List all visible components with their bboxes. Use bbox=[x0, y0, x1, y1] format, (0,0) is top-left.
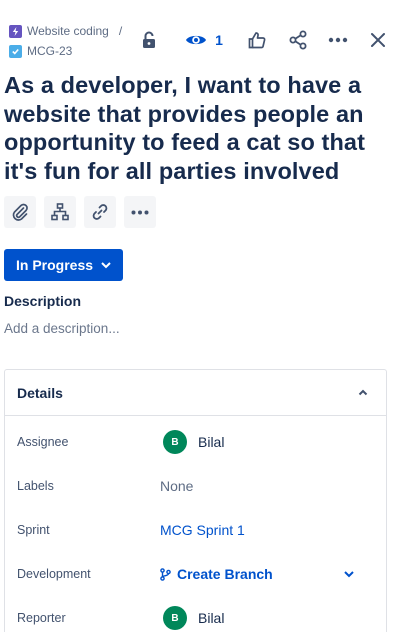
breadcrumb-parent[interactable]: Website coding / bbox=[9, 21, 122, 41]
branch-icon bbox=[160, 567, 171, 581]
detail-row-assignee: Assignee B Bilal bbox=[5, 420, 388, 464]
assignee-label: Assignee bbox=[17, 435, 69, 449]
sprint-link[interactable]: MCG Sprint 1 bbox=[160, 522, 245, 538]
assignee-value[interactable]: B Bilal bbox=[160, 430, 224, 454]
attach-button[interactable] bbox=[4, 196, 36, 228]
detail-row-labels: Labels None bbox=[5, 464, 388, 508]
reporter-name: Bilal bbox=[198, 610, 225, 626]
watch-count: 1 bbox=[215, 32, 223, 48]
breadcrumb: Website coding / MCG-23 bbox=[9, 21, 122, 61]
add-child-issue-button[interactable] bbox=[44, 196, 76, 228]
task-icon bbox=[9, 44, 22, 58]
breadcrumb-parent-label[interactable]: Website coding bbox=[27, 24, 109, 38]
create-branch-label: Create Branch bbox=[177, 566, 273, 582]
issue-title[interactable]: As a developer, I want to have a website… bbox=[4, 71, 398, 185]
details-panel: Details Assignee B Bilal Labels None Spr… bbox=[4, 369, 387, 632]
reporter-value[interactable]: B Bilal bbox=[160, 606, 224, 630]
lock-icon bbox=[143, 31, 155, 48]
detail-row-development: Development Create Branch bbox=[5, 552, 388, 596]
avatar: B bbox=[163, 606, 187, 630]
reporter-label: Reporter bbox=[17, 611, 66, 625]
sprint-label: Sprint bbox=[17, 523, 50, 537]
chevron-down-icon[interactable] bbox=[344, 570, 354, 578]
child-issue-icon bbox=[51, 203, 69, 221]
labels-label: Labels bbox=[17, 479, 54, 493]
chevron-down-icon bbox=[101, 261, 111, 268]
close-button[interactable] bbox=[366, 26, 390, 54]
more-quick-actions-button[interactable] bbox=[124, 196, 156, 228]
status-button[interactable]: In Progress bbox=[4, 249, 124, 281]
eye-icon bbox=[186, 35, 207, 45]
share-button[interactable] bbox=[286, 26, 310, 54]
detail-row-reporter: Reporter B Bilal bbox=[5, 596, 388, 632]
more-actions-button[interactable] bbox=[326, 26, 350, 54]
watch-button[interactable]: 1 bbox=[184, 26, 224, 54]
issue-header: Website coding / MCG-23 1 bbox=[0, 0, 408, 64]
more-icon bbox=[328, 37, 348, 43]
link-icon bbox=[92, 204, 108, 220]
development-label: Development bbox=[17, 567, 91, 581]
create-branch-button[interactable]: Create Branch bbox=[160, 566, 273, 582]
description-field[interactable]: Add a description... bbox=[4, 321, 120, 336]
vote-button[interactable] bbox=[245, 26, 269, 54]
attach-icon bbox=[12, 203, 28, 221]
quick-actions-bar bbox=[4, 196, 156, 228]
chevron-up-icon[interactable] bbox=[358, 389, 368, 396]
epic-icon bbox=[9, 24, 22, 38]
description-heading: Description bbox=[4, 293, 82, 309]
details-header[interactable]: Details bbox=[5, 370, 386, 416]
link-issue-button[interactable] bbox=[84, 196, 116, 228]
thumbs-up-icon bbox=[248, 32, 266, 49]
detail-row-sprint: Sprint MCG Sprint 1 bbox=[5, 508, 388, 552]
details-title: Details bbox=[17, 384, 63, 401]
status-label: In Progress bbox=[16, 257, 94, 273]
avatar: B bbox=[163, 430, 187, 454]
close-icon bbox=[371, 33, 385, 47]
breadcrumb-separator: / bbox=[118, 24, 123, 38]
more-icon bbox=[131, 210, 149, 214]
restrictions-button[interactable] bbox=[137, 26, 161, 54]
share-icon bbox=[289, 30, 307, 50]
labels-value[interactable]: None bbox=[160, 478, 193, 494]
breadcrumb-issue-key[interactable]: MCG-23 bbox=[27, 44, 72, 58]
breadcrumb-issue[interactable]: MCG-23 bbox=[9, 41, 122, 61]
assignee-name: Bilal bbox=[198, 434, 225, 450]
